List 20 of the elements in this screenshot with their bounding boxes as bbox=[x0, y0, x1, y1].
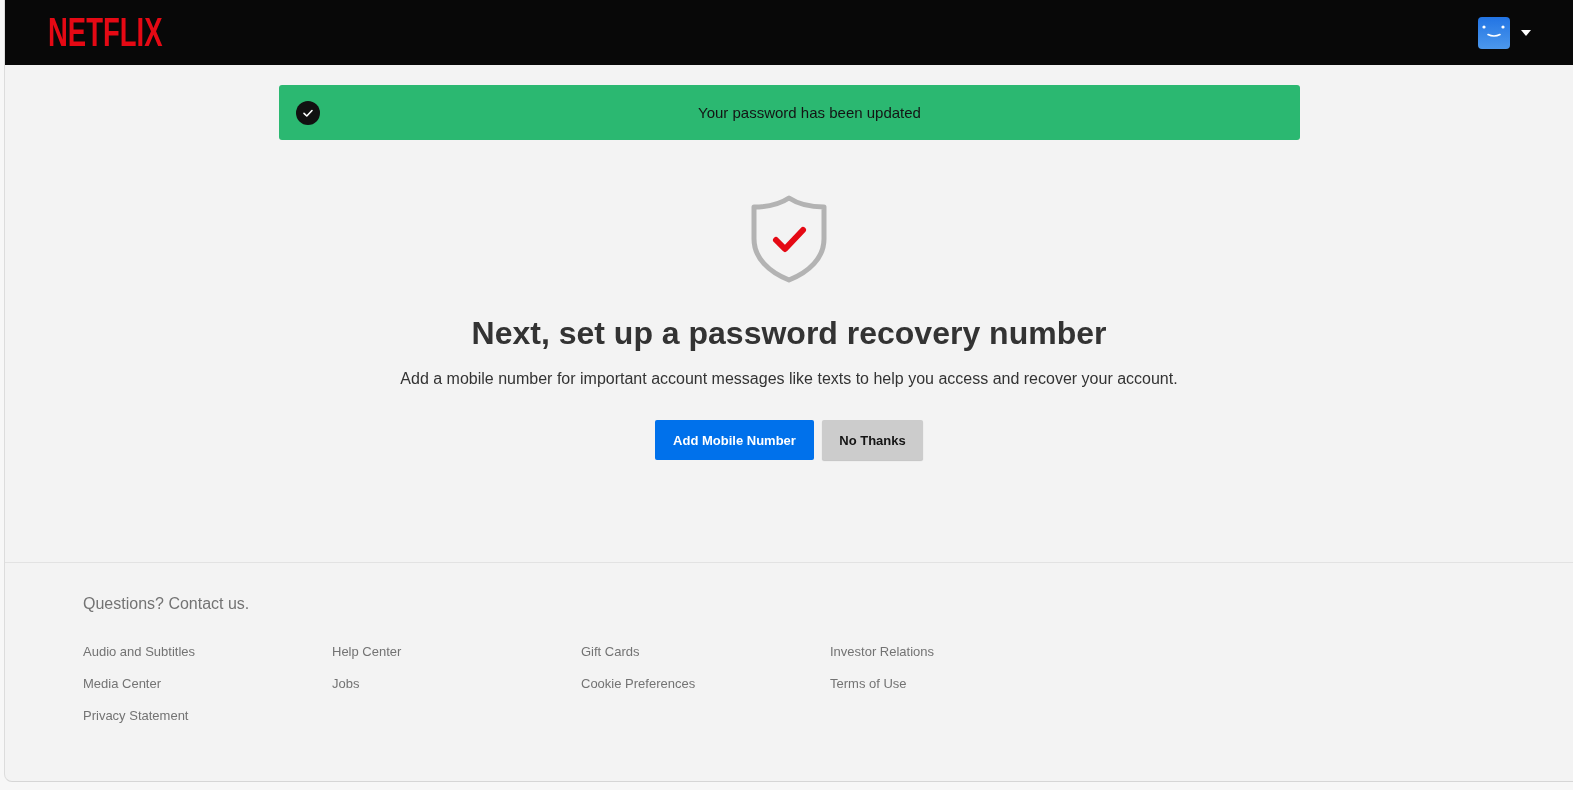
caret-icon[interactable] bbox=[1521, 29, 1531, 36]
check-circle-icon bbox=[295, 100, 320, 125]
page-heading: Next, set up a password recovery number bbox=[471, 314, 1107, 353]
footer-link[interactable]: Jobs bbox=[332, 676, 360, 692]
netflix-logo[interactable]: NETFLIX bbox=[48, 13, 163, 50]
footer-link[interactable]: Gift Cards bbox=[581, 644, 640, 660]
footer-link[interactable]: Investor Relations bbox=[830, 644, 935, 660]
success-message: Your password has been updated bbox=[697, 104, 922, 121]
add-mobile-number-button[interactable]: Add Mobile Number bbox=[655, 420, 814, 460]
shield-check-icon bbox=[751, 195, 827, 283]
footer-link[interactable]: Privacy Statement bbox=[83, 708, 189, 724]
footer-link[interactable]: Terms of Use bbox=[830, 676, 907, 692]
footer-link[interactable]: Help Center bbox=[332, 644, 402, 660]
avatar-icon[interactable] bbox=[1478, 16, 1510, 49]
contact-link[interactable]: Questions? Contact us. bbox=[83, 594, 250, 614]
footer-link[interactable]: Audio and Subtitles bbox=[83, 644, 196, 660]
no-thanks-button[interactable]: No Thanks bbox=[822, 420, 923, 460]
footer-link[interactable]: Cookie Preferences bbox=[581, 676, 696, 692]
footer-link[interactable]: Media Center bbox=[83, 676, 162, 692]
description-text: Add a mobile number for important account messages like texts to help you access and recover your account. bbox=[400, 369, 1178, 389]
